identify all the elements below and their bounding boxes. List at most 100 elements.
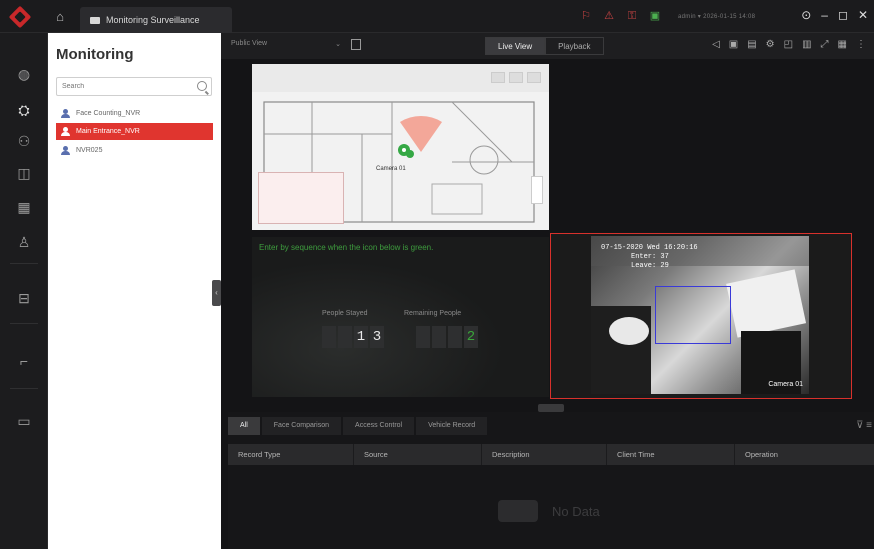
camera-osd: 07-15-2020 Wed 16:20:16 Enter: 37 Leave:… <box>601 244 698 271</box>
globe-icon[interactable]: ◍ <box>0 61 48 87</box>
digit <box>448 326 462 348</box>
chevron-down-icon: ⌄ <box>335 41 341 48</box>
digit <box>338 326 352 348</box>
title-bar: ⌂ Monitoring Surveillance ⚐ ⚠ ⚿ ▣ admin … <box>0 0 874 33</box>
fullscreen-icon[interactable]: ⤢ <box>821 39 829 50</box>
door-icon[interactable]: ⊟ <box>0 285 48 311</box>
col-operation[interactable]: Operation <box>735 444 874 465</box>
remaining-label: Remaining People <box>404 310 462 317</box>
rail-divider <box>10 388 38 389</box>
counter-hint: Enter by sequence when the icon below is… <box>259 243 434 252</box>
layout-icon[interactable]: ◫ <box>0 160 48 186</box>
more-icon[interactable]: ⋮ <box>856 39 866 50</box>
search-icon[interactable] <box>197 81 207 91</box>
user-group-icon <box>61 146 70 155</box>
warning-icon[interactable]: ⚠ <box>603 10 615 22</box>
alarm-icon[interactable]: ⚐ <box>580 10 592 22</box>
user-group-icon <box>61 109 70 118</box>
tab-access-control[interactable]: Access Control <box>343 417 415 435</box>
minimap[interactable] <box>258 172 344 224</box>
event-panel: All Face Comparison Access Control Vehic… <box>228 412 874 549</box>
device-icon[interactable]: ▭ <box>0 408 48 434</box>
empty-state: No Data <box>498 500 600 522</box>
toolbar-icons: ◁ ▣ ▤ ⚙ ◰ ▥ ⤢ ▦ ⋮ <box>712 39 866 50</box>
filter-icon[interactable]: ⊽ ≡ <box>856 420 872 431</box>
osd-enter-count: Enter: 37 <box>631 253 669 261</box>
view-toolbar: Public View ⌄ Live View Playback ◁ ▣ ▤ ⚙… <box>221 33 874 59</box>
monitoring-panel: Monitoring Face Counting_NVR Main Entran… <box>48 33 221 549</box>
view-select-label: Public View <box>231 40 268 47</box>
digit <box>432 326 446 348</box>
window-controls: ⊙ – ◻ ✕ <box>801 8 868 22</box>
tree-item-label: Main Entrance_NVR <box>76 128 140 135</box>
monitor-icon <box>90 16 100 24</box>
osd-leave-count: Leave: 29 <box>631 262 669 270</box>
split-icon[interactable]: ▥ <box>802 39 811 50</box>
user-icon[interactable]: ♙ <box>0 229 48 255</box>
view-select[interactable]: Public View ⌄ <box>231 40 341 48</box>
camera-name: Camera 01 <box>768 381 803 388</box>
map-camera-label[interactable]: Camera 01 <box>376 166 406 172</box>
pane-splitter[interactable] <box>538 404 564 412</box>
playback-button[interactable]: Playback <box>545 37 604 55</box>
detection-box <box>655 286 731 344</box>
minimize-icon[interactable]: – <box>821 8 828 22</box>
mode-switch: Live View Playback <box>485 37 604 55</box>
search-box[interactable] <box>56 77 212 96</box>
tree-item-face-counting[interactable]: Face Counting_NVR <box>56 105 213 122</box>
speaker-icon[interactable]: ◁ <box>712 39 720 50</box>
tree-item-nvr025[interactable]: NVR025 <box>56 142 213 159</box>
network-icon[interactable]: ▣ <box>649 10 661 22</box>
empty-box-icon <box>498 500 538 522</box>
event-table-header: Record Type Source Description Client Ti… <box>228 444 874 465</box>
event-tabs: All Face Comparison Access Control Vehic… <box>228 417 488 435</box>
map-zoom-control[interactable] <box>531 176 543 204</box>
layout-window-icon[interactable]: ◰ <box>784 39 793 50</box>
tab-monitoring[interactable]: Monitoring Surveillance <box>80 7 232 33</box>
grid-layout-icon[interactable]: ▦ <box>838 39 847 50</box>
app-logo-icon <box>8 5 32 29</box>
close-icon[interactable]: ✕ <box>858 8 868 22</box>
settings-icon[interactable]: ⊙ <box>801 8 811 22</box>
tab-vehicle-record[interactable]: Vehicle Record <box>416 417 488 435</box>
tab-label: Monitoring Surveillance <box>106 15 200 25</box>
tree-item-main-entrance[interactable]: Main Entrance_NVR <box>56 123 213 140</box>
digit <box>322 326 336 348</box>
monitoring-icon[interactable]: ⛭ <box>0 97 48 123</box>
panel-collapse-handle[interactable]: ‹ <box>212 280 221 306</box>
camera-feed: 07-15-2020 Wed 16:20:16 Enter: 37 Leave:… <box>591 236 809 394</box>
people-stayed-label: People Stayed <box>322 310 368 317</box>
rail-divider <box>10 323 38 324</box>
save-view-icon[interactable] <box>351 39 361 50</box>
col-description[interactable]: Description <box>482 444 607 465</box>
camera-view-cell[interactable]: 07-15-2020 Wed 16:20:16 Enter: 37 Leave:… <box>550 233 852 399</box>
live-view-button[interactable]: Live View <box>485 37 546 55</box>
user-group-icon <box>61 127 70 136</box>
maximize-icon[interactable]: ◻ <box>838 8 848 22</box>
grid-icon[interactable]: ▦ <box>0 194 48 220</box>
col-source[interactable]: Source <box>354 444 482 465</box>
main-area: Public View ⌄ Live View Playback ◁ ▣ ▤ ⚙… <box>221 33 874 549</box>
icon-rail: ◍ ⛭ ⚇ ◫ ▦ ♙ ⊟ ⌐ ▭ <box>0 33 48 549</box>
tab-all[interactable]: All <box>228 417 260 435</box>
camera-icon[interactable]: ⌐ <box>0 348 48 374</box>
panel-title: Monitoring <box>56 46 134 63</box>
user-info[interactable]: admin ▾ 2026-01-15 14:08 <box>678 13 755 20</box>
snapshot-icon[interactable]: ▣ <box>729 39 738 50</box>
people-icon[interactable]: ⚇ <box>0 128 48 154</box>
record-icon[interactable]: ▤ <box>747 39 756 50</box>
lock-icon[interactable]: ⚿ <box>626 10 638 22</box>
settings-icon[interactable]: ⚙ <box>766 39 775 50</box>
remaining-digits: 2 <box>416 326 478 348</box>
empty-text: No Data <box>552 503 600 519</box>
digit <box>416 326 430 348</box>
tree-item-label: Face Counting_NVR <box>76 110 141 117</box>
digit: 3 <box>370 326 384 348</box>
home-icon[interactable]: ⌂ <box>52 9 68 25</box>
col-record-type[interactable]: Record Type <box>228 444 354 465</box>
map-view-cell[interactable]: Camera 01 <box>252 64 549 230</box>
search-input[interactable] <box>57 78 187 95</box>
people-counter-cell[interactable]: Enter by sequence when the icon below is… <box>252 237 549 397</box>
tab-face-comparison[interactable]: Face Comparison <box>261 417 342 435</box>
col-client-time[interactable]: Client Time <box>607 444 735 465</box>
